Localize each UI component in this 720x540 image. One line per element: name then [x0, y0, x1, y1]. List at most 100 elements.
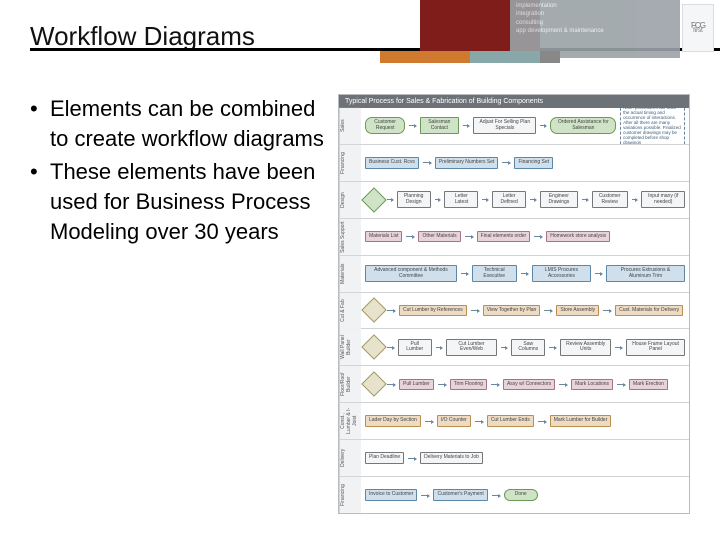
- flow-arrow: [438, 384, 446, 385]
- swimlane: SalesCustomer RequestSalesman ContactAdj…: [339, 108, 689, 144]
- swimlane-label: Const., Lumber & I-Joist: [339, 403, 361, 439]
- flow-arrow: [521, 273, 528, 274]
- process-box: Pull Lumber: [398, 339, 432, 356]
- swimlane-label: Wall Panel Builder: [339, 329, 361, 365]
- flow-arrow: [406, 236, 414, 237]
- swimlane-body: Pull LumberTrim FlooringAssy w/ Connecto…: [361, 366, 689, 402]
- flow-arrow: [408, 458, 416, 459]
- flow-arrow: [632, 199, 638, 200]
- process-box: Engineer Drawings: [540, 191, 578, 208]
- process-box: Cust. Materials for Delivery: [615, 305, 683, 317]
- decision-diamond: [361, 372, 386, 397]
- process-box: Plan Deadline: [365, 452, 404, 464]
- process-box: Pull Lumber: [399, 379, 434, 391]
- process-box: Procures Extrusions & Aluminum Trim: [606, 265, 685, 282]
- swimlane-label: Cut & Fab: [339, 293, 361, 329]
- flow-arrow: [530, 199, 536, 200]
- process-box: Customer Request: [365, 117, 405, 134]
- process-box: Materials List: [365, 231, 402, 243]
- swimlane: Cut & FabCut Lumber by ReferencesView To…: [339, 292, 689, 329]
- process-box: Advanced component & Methods Committee: [365, 265, 457, 282]
- process-box: Homework store analysis: [546, 231, 610, 243]
- bullet-item: Elements can be combined to create workf…: [24, 94, 324, 153]
- swimlane-body: Pull Lumber Cut Lumber Even/Web Saw Column…: [361, 329, 689, 365]
- flow-arrow: [387, 347, 394, 348]
- flow-arrow: [475, 421, 483, 422]
- diagram-title: Typical Process for Sales & Fabrication …: [339, 95, 689, 108]
- swimlane-body: Planning DesignLetter LatestLetter Defin…: [361, 182, 689, 218]
- bullet-item: These elements have been used for Busine…: [24, 157, 324, 246]
- flow-arrow: [421, 495, 429, 496]
- swimlane: Wall Panel Builder Pull Lumber Cut Lumber …: [339, 328, 689, 365]
- flow-arrow: [544, 310, 552, 311]
- swimlane-body: Business Cust. Rcvs Preliminary Numbers S…: [361, 145, 689, 181]
- process-box: Mark Lumber for Builder: [550, 415, 612, 427]
- swimlane-body: Customer RequestSalesman ContactAdjust F…: [361, 108, 689, 144]
- flow-arrow: [559, 384, 567, 385]
- swimlane: MaterialsAdvanced component & Methods Co…: [339, 255, 689, 292]
- flow-arrow: [471, 310, 479, 311]
- process-box: Preliminary Numbers Set: [435, 157, 499, 169]
- process-box: Store Assembly: [556, 305, 599, 317]
- bullet-list: Elements can be combined to create workf…: [24, 94, 324, 514]
- flow-arrow: [603, 310, 611, 311]
- flow-arrow: [387, 384, 395, 385]
- flow-arrow: [617, 384, 625, 385]
- process-box: Financing Set: [514, 157, 553, 169]
- process-box: Letter Defined: [492, 191, 526, 208]
- accent-color-bar: [380, 51, 560, 63]
- process-box: Customer Review: [592, 191, 628, 208]
- flow-arrow: [538, 421, 546, 422]
- swimlane: Floor/Roof BuilderPull LumberTrim Floori…: [339, 365, 689, 402]
- diagram-note: Note: procedures will track the actual t…: [620, 108, 685, 144]
- process-box: Invoice to Customer: [365, 489, 417, 501]
- swimlane-label: Financing: [339, 477, 361, 513]
- swimlane: DeliveryPlan DeadlineDelivery Materials …: [339, 439, 689, 476]
- flow-arrow: [595, 273, 602, 274]
- decision-diamond: [361, 187, 386, 212]
- brand-line: integration: [516, 10, 674, 18]
- process-box: Cut Lumber Ends: [487, 415, 534, 427]
- slide-body: Elements can be combined to create workf…: [0, 64, 720, 524]
- swimlane-body: Materials List Other Materials Final eleme…: [361, 219, 689, 255]
- flow-arrow: [482, 199, 488, 200]
- brand-line: consulting: [516, 19, 674, 27]
- swimlane-body: Cut Lumber by ReferencesView Together by…: [361, 293, 689, 329]
- process-box: Adjust For Selling Plan Specials: [473, 117, 536, 134]
- process-box: Cut Lumber by References: [399, 305, 467, 317]
- process-box: Saw Columns: [511, 339, 545, 356]
- process-box: House Frame Layout Panel: [626, 339, 685, 356]
- brand-logo-sub: first: [693, 29, 703, 34]
- swimlane: FinancingBusiness Cust. RcvsPreliminary …: [339, 144, 689, 181]
- flow-arrow: [409, 125, 415, 126]
- slide-header: Workflow Diagrams implementation integra…: [0, 0, 720, 64]
- swimlane-label: Sales Support: [339, 219, 361, 255]
- flow-arrow: [540, 125, 546, 126]
- flow-arrow: [463, 125, 469, 126]
- brand-line: implementation: [516, 2, 674, 10]
- swimlane-label: Delivery: [339, 440, 361, 476]
- flow-arrow: [492, 495, 500, 496]
- process-box: Input many (if needed): [641, 191, 685, 208]
- flow-arrow: [435, 199, 441, 200]
- brand-logo: FCG first: [682, 4, 714, 52]
- decision-diamond: [361, 298, 386, 323]
- process-box: Technical Executive: [472, 265, 517, 282]
- process-box: Other Materials: [418, 231, 460, 243]
- brand-line: app development & maintenance: [516, 27, 674, 35]
- flow-arrow: [582, 199, 588, 200]
- process-box: Lader Day by Section: [365, 415, 421, 427]
- swimlane-body: Invoice to CustomerCustomer's PaymentDon…: [361, 477, 689, 513]
- flow-arrow: [461, 273, 468, 274]
- process-box: Final elements order: [477, 231, 531, 243]
- process-box: Cut Lumber Even/Web: [446, 339, 496, 356]
- flow-arrow: [465, 236, 473, 237]
- swimlane: Sales Support Materials List Other Materia…: [339, 218, 689, 255]
- process-box: Business Cust. Rcvs: [365, 157, 419, 169]
- swimlane-label: Design: [339, 182, 361, 218]
- flow-arrow: [423, 162, 431, 163]
- swimlane-body: Plan DeadlineDelivery Materials to Job: [361, 440, 689, 476]
- process-box: Planning Design: [397, 191, 431, 208]
- flow-arrow: [502, 162, 510, 163]
- flow-arrow: [501, 347, 508, 348]
